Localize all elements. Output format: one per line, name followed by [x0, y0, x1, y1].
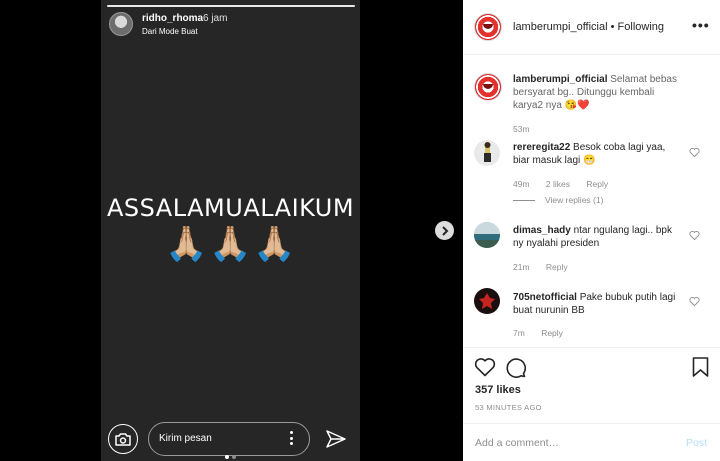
comment-time: 49m — [513, 179, 530, 189]
comment-meta: 21m Reply — [513, 262, 582, 272]
camera-icon — [115, 432, 131, 446]
comment-avatar[interactable] — [474, 140, 500, 166]
heart-icon[interactable] — [689, 147, 700, 158]
page-dot — [232, 455, 236, 459]
comment-time: 7m — [513, 328, 525, 338]
add-comment-bar: Add a comment… Post — [463, 423, 720, 461]
story-avatar[interactable] — [109, 12, 133, 36]
reply-button[interactable]: Reply — [586, 179, 608, 189]
posted-time: 53 MINUTES AGO — [475, 403, 542, 412]
avatar[interactable] — [474, 13, 502, 41]
reply-button[interactable]: Reply — [546, 262, 568, 272]
folded-hands-emoji: 🙏🏼 — [165, 225, 208, 263]
comment: 705netofficial Pake bubuk putih lagi bua… — [513, 291, 683, 317]
folded-hands-emoji: 🙏🏼 — [209, 225, 252, 263]
heart-icon[interactable] — [689, 296, 700, 307]
chevron-right-icon — [441, 225, 448, 236]
comment-user[interactable]: dimas_hady — [513, 225, 571, 236]
comment-user[interactable]: rereregita22 — [513, 142, 570, 153]
story-progress-bar — [107, 5, 355, 7]
post-panel: lamberumpi_official • Following ••• lamb… — [463, 0, 720, 461]
more-icon[interactable]: ••• — [692, 17, 710, 33]
story-text: ASSALAMUALAIKUM — [106, 194, 355, 222]
comment-meta: 7m Reply — [513, 328, 577, 338]
caption: lamberumpi_official Selamat bebas bersya… — [513, 73, 683, 112]
comment-user[interactable]: 705netofficial — [513, 292, 577, 303]
story-page-dots — [225, 446, 239, 461]
likes-count[interactable]: 357 likes — [475, 384, 521, 396]
page-dot-active — [225, 455, 229, 459]
story-subtitle: Dari Mode Buat — [142, 27, 198, 36]
comment-time: 21m — [513, 262, 530, 272]
caption-time: 53m — [513, 124, 530, 134]
send-icon[interactable] — [326, 430, 346, 448]
caption-avatar[interactable] — [474, 73, 502, 101]
post-username-line: lamberumpi_official • Following — [513, 21, 664, 33]
comment: rereregita22 Besok coba lagi yaa, biar m… — [513, 141, 683, 167]
bookmark-icon[interactable] — [692, 357, 709, 377]
comment-meta: 49m 2 likes Reply — [513, 179, 622, 189]
post-username[interactable]: lamberumpi_official — [513, 21, 608, 33]
folded-hands-emoji: 🙏🏼 — [253, 225, 296, 263]
story-emojis: 🙏🏼🙏🏼🙏🏼 — [101, 224, 360, 264]
comment-likes[interactable]: 2 likes — [546, 179, 570, 189]
view-replies-button[interactable]: View replies (1) — [513, 195, 603, 205]
comment: dimas_hady ntar ngulang lagi.. bpk ny ny… — [513, 224, 683, 250]
more-options-icon[interactable] — [289, 431, 293, 445]
separator: • — [607, 21, 618, 33]
reply-button[interactable]: Reply — [541, 328, 563, 338]
story-username[interactable]: ridho_rhoma — [142, 13, 203, 24]
camera-button[interactable] — [108, 424, 138, 454]
story-viewer: ridho_rhoma 6 jam Dari Mode Buat ASSALAM… — [101, 0, 360, 461]
comment-input[interactable]: Add a comment… — [475, 437, 559, 449]
story-time: 6 jam — [203, 13, 228, 24]
post-header: lamberumpi_official • Following ••• — [463, 0, 720, 55]
caption-user[interactable]: lamberumpi_official — [513, 74, 607, 85]
next-story-button[interactable] — [435, 221, 454, 240]
heart-icon[interactable] — [474, 357, 496, 377]
heart-icon[interactable] — [689, 230, 700, 241]
comment-avatar[interactable] — [474, 288, 500, 314]
comment-icon[interactable] — [505, 357, 526, 378]
message-placeholder: Kirim pesan — [159, 433, 212, 444]
post-button[interactable]: Post — [686, 437, 707, 449]
comment-avatar[interactable] — [474, 222, 500, 248]
follow-button[interactable]: Following — [618, 21, 664, 33]
post-actions: 357 likes 53 MINUTES AGO Add a comment… … — [463, 347, 720, 461]
caption-meta: 53m — [513, 124, 544, 134]
